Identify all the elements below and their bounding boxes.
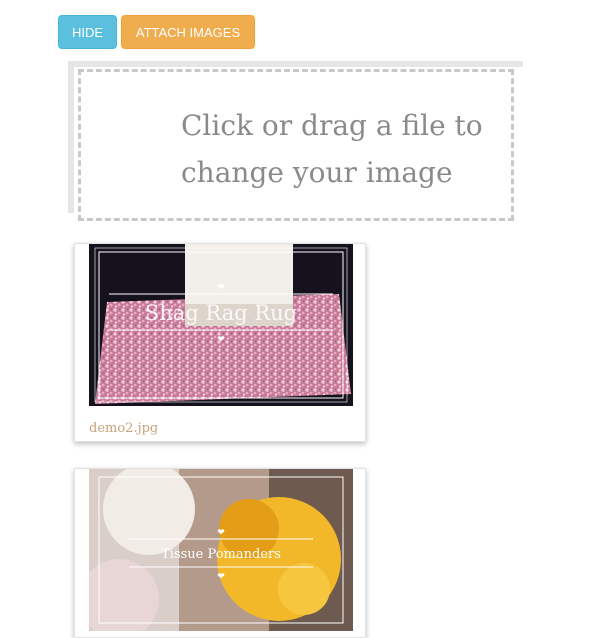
svg-text:❤: ❤: [217, 335, 225, 345]
image-filename[interactable]: demo2.jpg: [89, 421, 158, 436]
attach-images-button[interactable]: ATTACH IMAGES: [121, 15, 255, 49]
image-card[interactable]: ❤ ❤ Shag Rag Rug demo2.jpg: [74, 243, 366, 442]
dropzone-line-2: change your image: [181, 156, 453, 189]
svg-text:❤: ❤: [217, 572, 225, 582]
image-thumbnail[interactable]: ❤ ❤ Tissue Pomanders: [89, 469, 353, 631]
hide-button[interactable]: HIDE: [58, 15, 117, 49]
image-card[interactable]: ❤ ❤ Tissue Pomanders: [74, 468, 366, 638]
svg-text:❤: ❤: [217, 528, 225, 538]
image-overlay-title: Shag Rag Rug: [145, 301, 297, 325]
image-overlay-title: Tissue Pomanders: [161, 547, 281, 562]
dropzone-line-1: Click or drag a file to: [181, 109, 483, 142]
svg-text:❤: ❤: [217, 283, 225, 293]
file-dropzone[interactable]: Click or drag a file to change your imag…: [78, 69, 514, 221]
rug-photo: ❤ ❤ Shag Rag Rug: [89, 244, 353, 406]
image-thumbnail[interactable]: ❤ ❤ Shag Rag Rug: [89, 244, 353, 406]
pomander-photo: ❤ ❤ Tissue Pomanders: [89, 469, 353, 631]
dropzone-instructions: Click or drag a file to change your imag…: [181, 102, 501, 196]
